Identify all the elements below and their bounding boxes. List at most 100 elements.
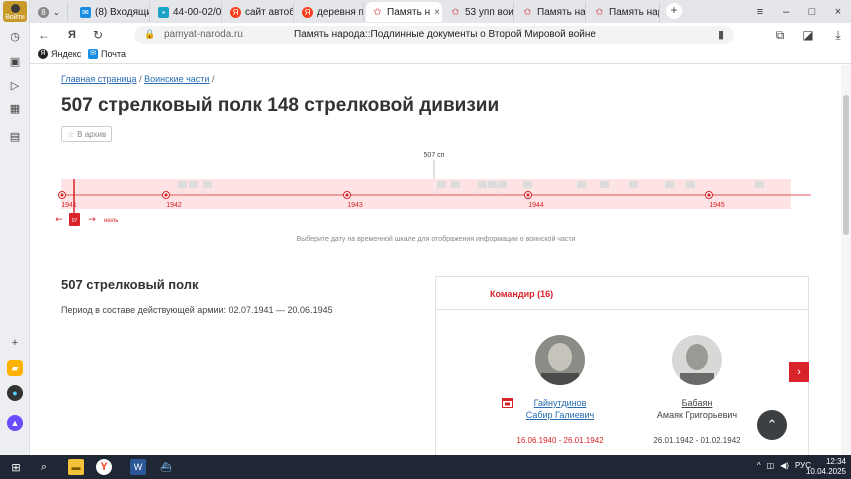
- timeline-hint: Выберите дату на временной шкале для ото…: [296, 236, 576, 243]
- bookmark-icon[interactable]: ▮: [718, 28, 724, 41]
- back-arrow-icon[interactable]: ←: [36, 27, 52, 43]
- tab-pamyat-4[interactable]: ✩ Память нар: [588, 2, 660, 22]
- event-block[interactable]: [437, 181, 446, 188]
- url-field[interactable]: 🔒 pamyat-naroda.ru Память народа::Подлин…: [134, 26, 734, 44]
- login-avatar[interactable]: Войти: [3, 1, 27, 22]
- tab-yandex-search-2[interactable]: Я деревня пок: [296, 2, 364, 22]
- tab-pamyat-2[interactable]: ✩ 53 упп воин: [444, 2, 514, 22]
- market-icon[interactable]: ▰: [7, 360, 23, 376]
- tab-label: (8) Входящи: [95, 6, 150, 18]
- show-hidden-icons[interactable]: ^: [757, 461, 761, 470]
- tab-document[interactable]: ▪ 44-00-02/09: [152, 2, 222, 22]
- commander-photo: [672, 335, 722, 385]
- event-block[interactable]: [478, 181, 487, 188]
- event-block[interactable]: [755, 181, 764, 188]
- file-explorer-icon[interactable]: ▬: [68, 459, 84, 475]
- maximize-icon[interactable]: □: [799, 6, 825, 18]
- login-label: Войти: [5, 14, 25, 21]
- timeline-prev-arrow[interactable]: ←: [55, 215, 63, 225]
- event-block[interactable]: [451, 181, 460, 188]
- star-tab-icon: ✩: [595, 6, 604, 18]
- commander-last-name[interactable]: Гайнутдинов: [495, 397, 625, 409]
- breadcrumb-home-link[interactable]: Главная страница: [61, 74, 137, 84]
- yandex-browser-icon[interactable]: Y: [96, 459, 112, 475]
- add-icon[interactable]: +: [7, 335, 23, 351]
- tab-mail[interactable]: ✉ (8) Входящи: [74, 2, 150, 22]
- tab-label: Память нар: [537, 6, 586, 18]
- year-marker-dot: [526, 193, 530, 197]
- volume-icon[interactable]: ◀): [780, 461, 789, 470]
- event-block[interactable]: [629, 181, 638, 188]
- event-block[interactable]: [600, 181, 609, 188]
- timeline-next-arrow[interactable]: →: [88, 215, 96, 225]
- star-tab-icon: ✩: [451, 6, 460, 18]
- search-icon[interactable]: ⌕: [36, 459, 52, 475]
- event-block[interactable]: [665, 181, 674, 188]
- minimize-icon[interactable]: –: [773, 6, 799, 18]
- event-block[interactable]: [488, 181, 497, 188]
- collections-icon[interactable]: ▣: [7, 53, 23, 69]
- tab-label: Память нар: [609, 6, 660, 18]
- timeline-unit-label: 507 сп: [424, 152, 445, 159]
- commander-card[interactable]: Бабаян Амаяк Григорьевич 26.01.1942 - 01…: [632, 335, 762, 445]
- yandex-logo-icon[interactable]: Я: [64, 27, 80, 43]
- breadcrumb-units-link[interactable]: Воинские части: [144, 74, 209, 84]
- new-tab-button[interactable]: +: [666, 3, 682, 19]
- commander-last-name[interactable]: Бабаян: [632, 397, 762, 409]
- close-tab-icon[interactable]: ×: [430, 7, 440, 18]
- event-block[interactable]: [523, 181, 532, 188]
- protect-icon[interactable]: ◪: [800, 27, 816, 43]
- commander-card[interactable]: Гайнутдинов Сабир Галиевич 16.06.1940 - …: [495, 335, 625, 445]
- tab-commanders[interactable]: Командир (16): [490, 289, 553, 299]
- year-label: 1942: [166, 202, 182, 209]
- browser-sidebar: Войти ◷ ▣ ▷ ▦ ▤ + ▰ ● ▲: [0, 0, 30, 455]
- commander-first-name[interactable]: Сабир Галиевич: [495, 409, 625, 421]
- event-block[interactable]: [498, 181, 507, 188]
- event-block[interactable]: [577, 181, 586, 188]
- notes-icon[interactable]: ▤: [7, 128, 23, 144]
- network-icon[interactable]: ◫: [767, 461, 775, 470]
- apps-icon[interactable]: ▦: [7, 100, 23, 116]
- windows-taskbar: ⊞ ⌕ ▬ Y W ⛴ ^ ◫ ◀) РУС 12:34 10.04.2025: [0, 455, 851, 479]
- bookmark-yandex[interactable]: Я Яндекс: [38, 49, 81, 59]
- close-window-icon[interactable]: ×: [825, 6, 851, 18]
- menu-icon[interactable]: ≡: [747, 6, 773, 18]
- commander-first-name[interactable]: Амаяк Григорьевич: [632, 409, 762, 421]
- tab-label: 44-00-02/09: [173, 6, 222, 18]
- timeline[interactable]: 507 сп 1941 1942 1943 1944 1945 07 ← → и…: [51, 147, 821, 247]
- tab-yandex-search-1[interactable]: Я сайт автобу: [224, 2, 294, 22]
- alice-icon[interactable]: ▲: [7, 415, 23, 431]
- url-domain: pamyat-naroda.ru: [164, 29, 243, 40]
- next-commanders-button[interactable]: ›: [789, 362, 809, 382]
- tab-group-counter[interactable]: 8 ⌄: [32, 2, 68, 22]
- web-page: Главная страница / Воинские части / 507 …: [31, 65, 841, 455]
- breadcrumb-separator: /: [139, 74, 142, 84]
- event-block[interactable]: [203, 181, 212, 188]
- page-scrollbar[interactable]: [841, 65, 851, 455]
- event-block[interactable]: [189, 181, 198, 188]
- yandex-icon: Я: [230, 6, 241, 18]
- event-block[interactable]: [686, 181, 695, 188]
- add-to-archive-button[interactable]: ☆ В архив: [61, 126, 113, 142]
- reload-icon[interactable]: ↻: [90, 27, 106, 43]
- tab-pamyat-3[interactable]: ✩ Память нар: [516, 2, 586, 22]
- event-block[interactable]: [178, 181, 187, 188]
- chevron-down-icon: ⌄: [53, 7, 60, 17]
- word-icon[interactable]: W: [130, 459, 146, 475]
- windows-start-icon[interactable]: ⊞: [8, 459, 24, 475]
- clock[interactable]: 12:34 10.04.2025: [806, 457, 846, 477]
- messenger-icon[interactable]: ●: [7, 385, 23, 401]
- download-icon[interactable]: ⤓: [830, 27, 846, 43]
- commander-dates: 26.01.1942 - 01.02.1942: [653, 436, 741, 445]
- history-icon[interactable]: ◷: [7, 28, 23, 44]
- extensions-icon[interactable]: ⧉: [772, 27, 788, 43]
- tab-pamyat-active[interactable]: ✩ Память н ×: [366, 2, 442, 22]
- user-icon: [10, 4, 20, 13]
- bookmark-mail[interactable]: ✉ Почта: [88, 49, 126, 59]
- scrollbar-thumb[interactable]: [843, 95, 849, 235]
- lock-icon[interactable]: 🔒: [144, 29, 155, 40]
- ship-app-icon[interactable]: ⛴: [158, 459, 174, 475]
- year-label: 1943: [347, 202, 363, 209]
- scroll-to-top-button[interactable]: ⌃: [757, 410, 787, 440]
- play-icon[interactable]: ▷: [7, 77, 23, 93]
